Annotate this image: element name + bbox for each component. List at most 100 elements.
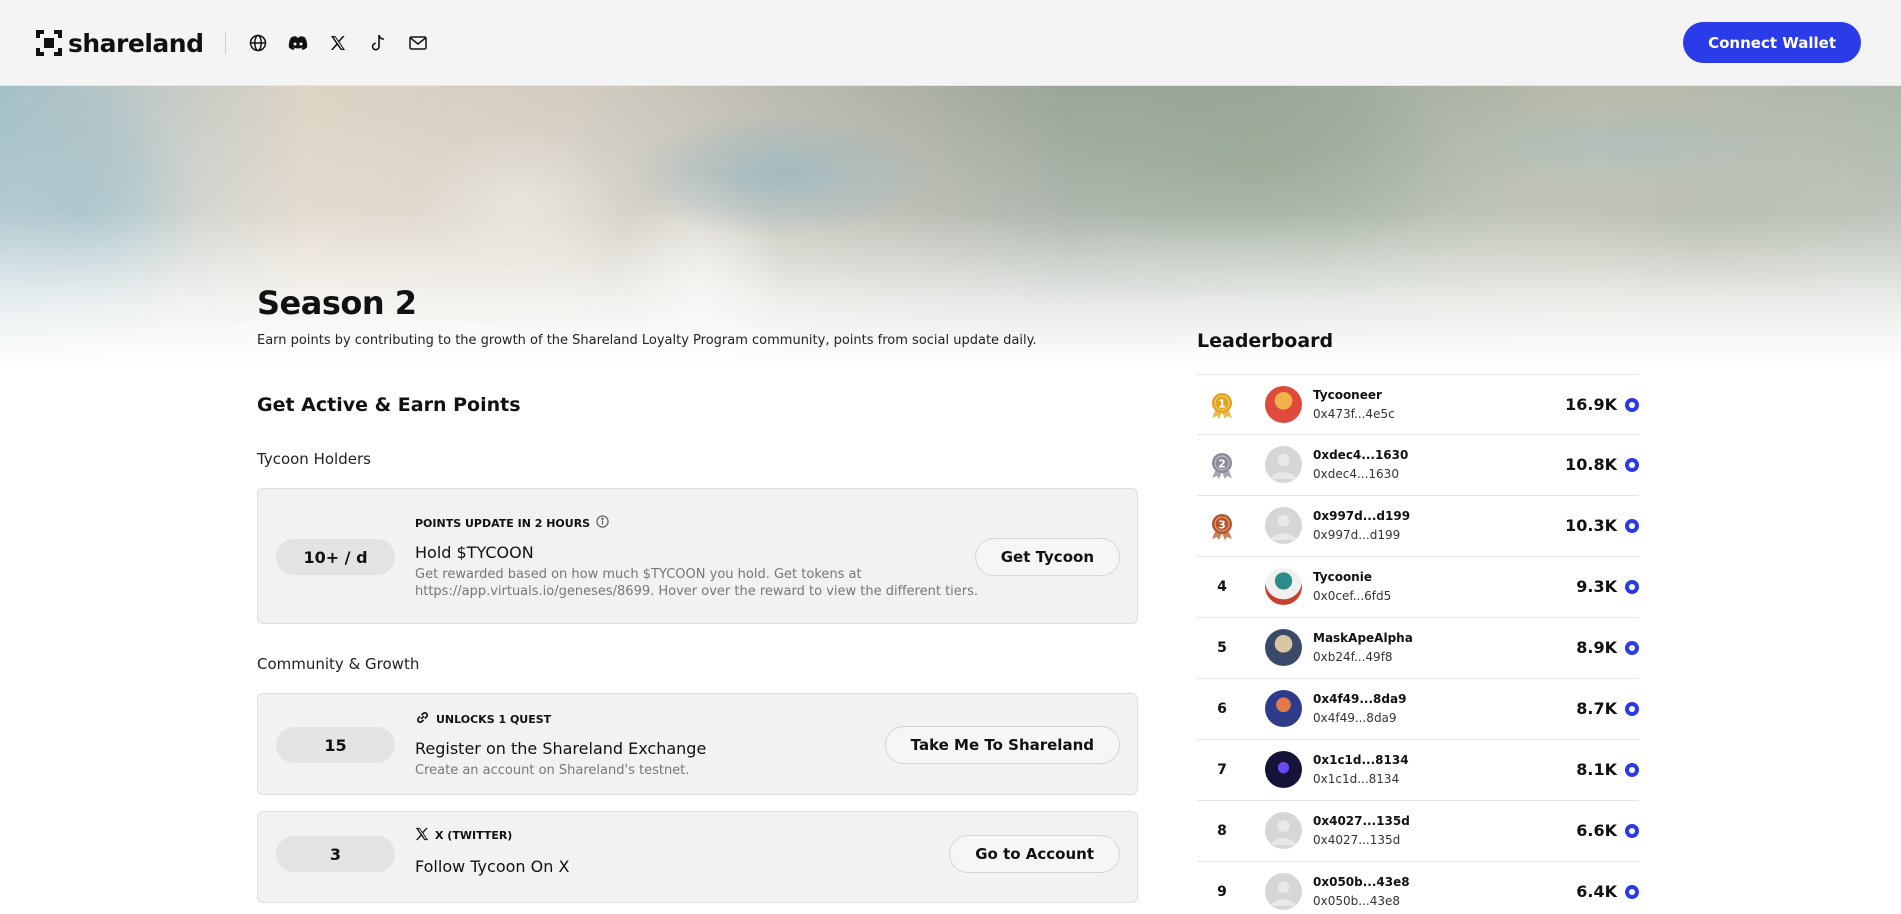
go-to-account-button[interactable]: Go to Account (949, 835, 1120, 873)
leaderboard-row[interactable]: 1 Tycooneer 0x473f...4e5c 16.9K (1197, 374, 1639, 435)
points-score: 9.3K (1576, 577, 1617, 596)
info-icon[interactable] (596, 515, 609, 531)
get-tycoon-button[interactable]: Get Tycoon (974, 538, 1120, 576)
tiktok-icon[interactable] (367, 32, 389, 54)
brand-name: shareland (68, 28, 204, 58)
player-name: Tycoonie (1313, 570, 1372, 584)
quest-title: Hold $TYCOON (415, 543, 534, 562)
hero-banner (0, 86, 1901, 366)
quest-meta: UNLOCKS 1 QUEST (415, 710, 551, 728)
points-update-label: POINTS UPDATE IN 2 HOURS (415, 516, 591, 530)
wallet-address: 0x4027...135d (1313, 833, 1401, 847)
x-icon[interactable] (327, 32, 349, 54)
header-divider (225, 32, 226, 54)
quest-title: Register on the Shareland Exchange (415, 739, 707, 758)
rank-number: 9 (1217, 884, 1227, 900)
wallet-address: 0x473f...4e5c (1313, 407, 1395, 421)
points-coin-icon (1625, 519, 1639, 533)
link-icon (415, 710, 430, 728)
take-me-to-shareland-button[interactable]: Take Me To Shareland (884, 726, 1120, 764)
rank-number: 2 (1218, 458, 1226, 471)
avatar-placeholder-icon (1265, 873, 1302, 910)
points-score: 8.9K (1576, 638, 1617, 657)
points-coin-icon (1625, 580, 1639, 594)
leaderboard-row[interactable]: 7 0x1c1d...8134 0x1c1d...8134 8.1K (1197, 740, 1639, 801)
quest-description: Get rewarded based on how much $TYCOON y… (415, 567, 979, 599)
platform-label: X (TWITTER) (435, 829, 513, 842)
page-title: Season 2 (257, 284, 417, 322)
leaderboard-row[interactable]: 5 MaskApeAlpha 0xb24f...49f8 8.9K (1197, 618, 1639, 679)
points-score: 10.3K (1565, 516, 1617, 535)
avatar (1265, 386, 1302, 423)
rank-number: 6 (1217, 701, 1227, 717)
points-score: 8.7K (1576, 699, 1617, 718)
social-links (247, 32, 429, 54)
points-coin-icon (1625, 702, 1639, 716)
avatar (1265, 568, 1302, 605)
wallet-address: 0xdec4...1630 (1313, 467, 1399, 481)
quest-meta: X (TWITTER) (415, 827, 512, 844)
x-icon (415, 827, 429, 844)
rank-number: 8 (1217, 823, 1227, 839)
wallet-address: 0xb24f...49f8 (1313, 650, 1393, 664)
group-heading-tycoon-holders: Tycoon Holders (257, 450, 371, 468)
wallet-address: 0x050b...43e8 (1313, 894, 1400, 908)
avatar (1265, 629, 1302, 666)
quest-description: Create an account on Shareland's testnet… (415, 763, 690, 778)
avatar (1265, 690, 1302, 727)
player-name: 0x050b...43e8 (1313, 875, 1410, 889)
points-score: 10.8K (1565, 455, 1617, 474)
wallet-address: 0x997d...d199 (1313, 528, 1401, 542)
leaderboard-row[interactable]: 2 0xdec4...1630 0xdec4...1630 10.8K (1197, 435, 1639, 496)
points-score: 6.6K (1576, 821, 1617, 840)
wallet-address: 0x1c1d...8134 (1313, 772, 1400, 786)
discord-icon[interactable] (287, 32, 309, 54)
rank-number: 5 (1217, 640, 1227, 656)
points-coin-icon (1625, 824, 1639, 838)
points-pill: 3 (276, 836, 395, 872)
quest-title: Follow Tycoon On X (415, 857, 570, 876)
hero-fade-overlay (0, 86, 1901, 366)
leaderboard-row[interactable]: 9 0x050b...43e8 0x050b...43e8 6.4K (1197, 862, 1639, 914)
points-score: 8.1K (1576, 760, 1617, 779)
player-name: Tycooneer (1313, 388, 1382, 402)
leaderboard-row[interactable]: 6 0x4f49...8da9 0x4f49...8da9 8.7K (1197, 679, 1639, 740)
brand-logo[interactable]: shareland (34, 28, 204, 58)
points-coin-icon (1625, 398, 1639, 412)
points-score: 16.9K (1565, 395, 1617, 414)
shareland-logo-icon (34, 28, 64, 58)
rank-number: 7 (1217, 762, 1227, 778)
page-subtitle: Earn points by contributing to the growt… (257, 333, 1037, 348)
avatar-placeholder-icon (1265, 446, 1302, 483)
leaderboard-row[interactable]: 4 Tycoonie 0x0cef...6fd5 9.3K (1197, 557, 1639, 618)
avatar-placeholder-icon (1265, 507, 1302, 544)
avatar (1265, 751, 1302, 788)
globe-icon[interactable] (247, 32, 269, 54)
leaderboard-row[interactable]: 8 0x4027...135d 0x4027...135d 6.6K (1197, 801, 1639, 862)
player-name: 0x1c1d...8134 (1313, 753, 1409, 767)
rank-medal-silver-icon: 2 (1197, 435, 1247, 495)
quest-card-hold-tycoon: 10+ / d POINTS UPDATE IN 2 HOURS Hold $T… (257, 488, 1138, 624)
quest-card-register-exchange: 15 UNLOCKS 1 QUEST Register on the Share… (257, 693, 1138, 795)
unlocks-quest-label: UNLOCKS 1 QUEST (436, 712, 552, 726)
rank-medal-bronze-icon: 3 (1197, 496, 1247, 556)
wallet-address: 0x0cef...6fd5 (1313, 589, 1392, 603)
leaderboard-row[interactable]: 3 0x997d...d199 0x997d...d199 10.3K (1197, 496, 1639, 557)
rank-number: 4 (1217, 579, 1227, 595)
player-name: 0x4f49...8da9 (1313, 692, 1407, 706)
rank-number: 1 (1218, 398, 1226, 411)
section-heading-earn: Get Active & Earn Points (257, 394, 521, 416)
group-heading-community: Community & Growth (257, 655, 420, 673)
top-bar: shareland Connect Wallet (0, 0, 1901, 86)
connect-wallet-button[interactable]: Connect Wallet (1683, 22, 1861, 63)
player-name: 0x4027...135d (1313, 814, 1410, 828)
points-pill: 15 (276, 727, 395, 763)
player-name: 0x997d...d199 (1313, 509, 1411, 523)
player-name: 0xdec4...1630 (1313, 448, 1409, 462)
wallet-address: 0x4f49...8da9 (1313, 711, 1397, 725)
mail-icon[interactable] (407, 32, 429, 54)
leaderboard-list: 1 Tycooneer 0x473f...4e5c 16.9K 2 0xdec4...16… (1197, 374, 1639, 914)
quest-meta: POINTS UPDATE IN 2 HOURS (415, 515, 609, 531)
player-name: MaskApeAlpha (1313, 631, 1413, 645)
quest-card-follow-x: 3 X (TWITTER) Follow Tycoon On X Go to A… (257, 811, 1138, 903)
